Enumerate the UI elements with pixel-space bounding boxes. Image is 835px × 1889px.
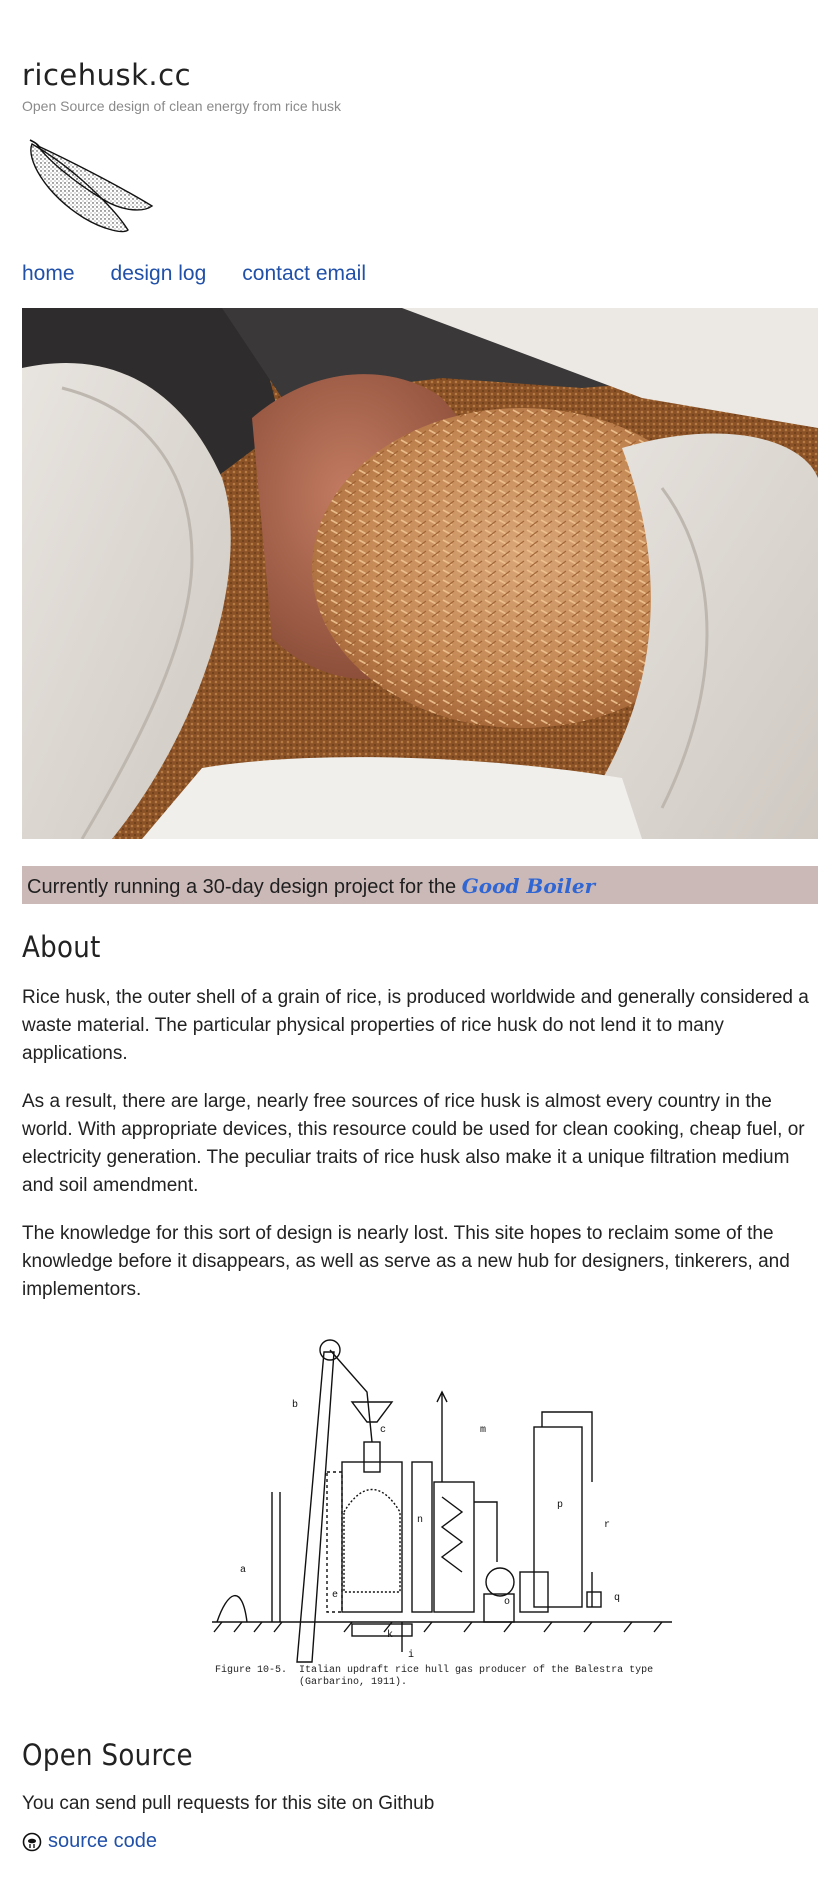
svg-text:m: m [480,1425,486,1436]
svg-text:a: a [240,1565,246,1576]
github-icon [22,1832,42,1851]
source-code-row: source code [22,1830,157,1853]
nav-home[interactable]: home [22,262,75,286]
rice-grain-logo-icon [29,139,154,233]
svg-text:i: i [408,1649,414,1661]
open-source-text: You can send pull requests for this site… [22,1793,435,1814]
open-source-heading: Open Source [22,1738,193,1772]
project-banner: Currently running a 30-day design projec… [22,866,818,904]
svg-text:p: p [557,1500,563,1511]
svg-text:n: n [417,1515,423,1526]
site-tagline: Open Source design of clean energy from … [22,98,342,114]
banner-text: Currently running a 30-day design projec… [27,876,457,898]
site-title[interactable]: ricehusk.cc [22,58,191,92]
hero-image [22,308,818,839]
svg-text:k: k [387,1629,393,1641]
nav-design-log[interactable]: design log [111,262,207,286]
about-paragraph-1: Rice husk, the outer shell of a grain of… [22,987,809,1064]
svg-text:q: q [614,1593,620,1604]
svg-text:e: e [332,1590,338,1601]
about-paragraph-3: The knowledge for this sort of design is… [22,1223,790,1300]
svg-text:c: c [380,1425,386,1436]
about-heading: About [22,930,101,964]
svg-text:r: r [604,1520,610,1531]
main-nav: home design log contact email [22,262,366,286]
about-paragraph-2: As a result, there are large, nearly fre… [22,1091,805,1196]
good-boiler-link[interactable]: Good Boiler [462,874,595,898]
figure-caption: Figure 10-5. Italian updraft rice hull g… [215,1665,654,1688]
svg-text:o: o [504,1597,510,1608]
source-code-link[interactable]: source code [48,1830,157,1853]
svg-text:b: b [292,1399,298,1411]
gas-producer-diagram: b c m p r q o n a e k i [212,1339,672,1663]
nav-contact-email[interactable]: contact email [242,262,366,286]
